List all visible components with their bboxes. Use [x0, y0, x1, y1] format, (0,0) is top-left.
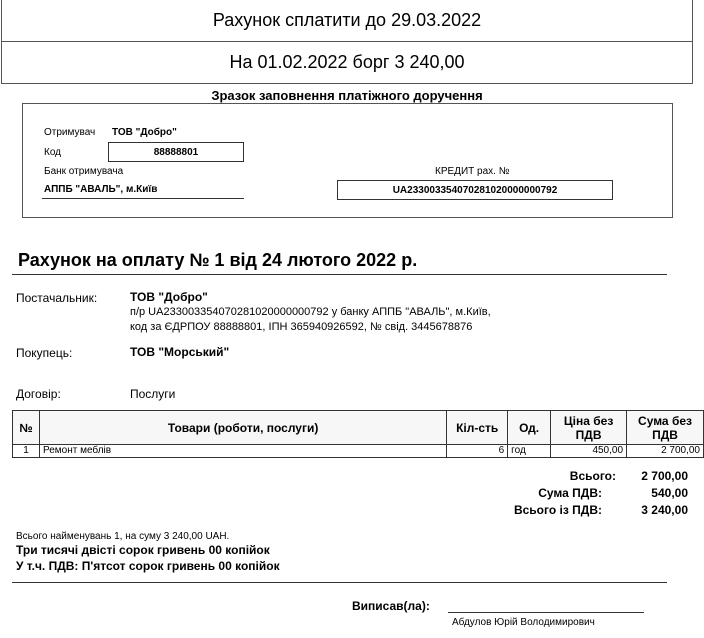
cell-goods: Ремонт меблів: [38, 444, 448, 458]
table-header-row: № Товари (роботи, послуги) Кіл-сть Од. Ц…: [12, 410, 704, 445]
credit-value: UA233003354070281020000000792: [392, 184, 558, 196]
supplier-name: ТОВ "Добро": [130, 290, 208, 304]
signed-by-label: Виписав(ла):: [352, 599, 430, 613]
col-header-goods: Товари (роботи, послуги): [38, 410, 448, 445]
total-label: Всього:: [569, 469, 616, 483]
col-header-price: Ціна без ПДВ: [550, 410, 628, 445]
cell-price: 450,00: [550, 444, 628, 458]
bank-label: Банк отримувача: [44, 166, 124, 177]
credit-box: UA233003354070281020000000792: [337, 180, 613, 200]
col-header-sum: Сума без ПДВ: [626, 410, 704, 445]
vat-value: 540,00: [651, 486, 688, 500]
code-label: Код: [44, 147, 62, 158]
cell-unit: год: [507, 444, 552, 458]
cell-num: 1: [12, 444, 40, 458]
col-header-qty: Кіл-сть: [446, 410, 509, 445]
supplier-label: Постачальник:: [16, 291, 98, 305]
col-header-num: №: [12, 410, 40, 445]
credit-label: КРЕДИТ рах. №: [435, 166, 510, 177]
debt-text: На 01.02.2022 борг 3 240,00: [229, 52, 465, 72]
recipient-value: ТОВ "Добро": [112, 127, 177, 138]
col-header-unit: Од.: [507, 410, 552, 445]
items-table: № Товари (роботи, послуги) Кіл-сть Од. Ц…: [12, 410, 704, 458]
signature-line: [448, 612, 644, 613]
due-date-header: Рахунок сплатити до 29.03.2022: [1, 0, 693, 42]
payment-sample-box: Отримувач ТОВ "Добро" Код 88888801 Банк …: [22, 103, 673, 218]
recipient-label: Отримувач: [44, 127, 96, 138]
bottom-divider: [12, 582, 667, 583]
cell-sum: 2 700,00: [626, 444, 704, 458]
buyer-label: Покупець:: [16, 346, 73, 360]
supplier-details-1: п/р UA233003354070281020000000792 у банк…: [130, 306, 491, 318]
contract-label: Договір:: [16, 387, 61, 401]
invoice-title: Рахунок на оплату № 1 від 24 лютого 2022…: [18, 250, 418, 270]
payment-sample-title: Зразок заповнення платіжного доручення: [211, 88, 483, 103]
title-divider: [12, 274, 667, 275]
vat-in-words: У т.ч. ПДВ: П'ятсот сорок гривень 00 коп…: [16, 559, 280, 573]
code-box: 88888801: [108, 142, 244, 162]
contract-value: Послуги: [130, 387, 176, 401]
total-in-words: Три тисячі двісті сорок гривень 00 копій…: [16, 543, 270, 557]
bank-value: АППБ "АВАЛЬ", м.Київ: [44, 184, 158, 195]
table-row: 1 Ремонт меблів 6 год 450,00 2 700,00: [12, 444, 704, 458]
debt-header: На 01.02.2022 борг 3 240,00: [1, 41, 693, 84]
grand-total-label: Всього із ПДВ:: [513, 503, 602, 517]
due-date-text: Рахунок сплатити до 29.03.2022: [212, 9, 482, 30]
bank-underline: [42, 198, 244, 199]
total-value: 2 700,00: [641, 469, 688, 483]
vat-label: Сума ПДВ:: [538, 486, 602, 500]
cell-qty: 6: [446, 444, 509, 458]
signer-name: Абдулов Юрій Володимирович: [452, 617, 595, 628]
supplier-details-2: код за ЄДРПОУ 88888801, ІПН 365940926592…: [130, 321, 473, 333]
code-value: 88888801: [153, 146, 199, 158]
grand-total-value: 3 240,00: [641, 503, 688, 517]
summary-count: Всього найменувань 1, на суму 3 240,00 U…: [16, 531, 230, 542]
buyer-name: ТОВ "Морський": [130, 345, 230, 359]
